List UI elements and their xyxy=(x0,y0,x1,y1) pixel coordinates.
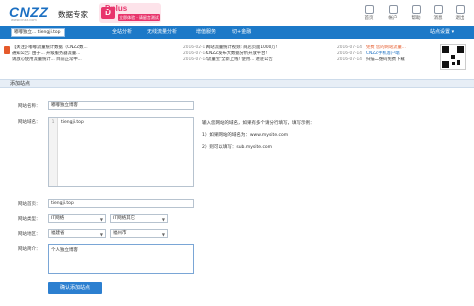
ad-line: 扫描二维码免费下载 xyxy=(366,57,405,62)
chevron-down-icon: ▼ xyxy=(161,232,165,237)
nav-help-label: 帮助 xyxy=(411,16,421,21)
site-name-label: 网站名称： xyxy=(18,104,41,109)
region-label: 网站地区： xyxy=(18,232,41,237)
section-title: 添加站点 xyxy=(10,81,31,87)
nav-account-label: 帐户 xyxy=(388,16,398,21)
nav-logout-label: 退出 xyxy=(455,16,465,21)
site-select[interactable]: 嘟嘟独立... tiengji.top xyxy=(11,28,65,37)
news-item[interactable]: 请放心使用流量统计... 目前正常中... 2016-07-14 xyxy=(12,57,208,63)
type-select-primary[interactable]: IT网络 ▼ xyxy=(48,214,106,223)
news-text[interactable]: 网站流量统计视频: 商店页面1000万! xyxy=(206,45,277,50)
nav-message-label: 消息 xyxy=(433,16,443,21)
user-icon xyxy=(388,5,398,14)
homepage-input[interactable]: tiengji.top xyxy=(48,199,194,208)
intro-label: 网站简介： xyxy=(18,247,41,252)
qr-code-icon xyxy=(440,44,466,70)
news-list-right: 网站流量统计视频: 商店页面1000万! 2016-07-14 CNZZ发布大数据… xyxy=(206,45,362,63)
news-text[interactable]: 请放心使用流量统计... 目前正常中... xyxy=(12,57,82,62)
domain-value: tiengji.top xyxy=(61,120,84,125)
message-icon xyxy=(433,5,443,14)
province-value: 福建省 xyxy=(51,231,65,236)
province-select[interactable]: 福建省 ▼ xyxy=(48,229,106,238)
news-text[interactable]: '流量宝'全新上线! 使用... 进驻公告 xyxy=(206,57,273,62)
add-site-button[interactable]: 确认添加站点 xyxy=(48,282,102,294)
chevron-down-icon: ▼ xyxy=(99,232,103,237)
nav-logout[interactable]: 退出 xyxy=(449,3,471,23)
chevron-down-icon: ▼ xyxy=(161,217,165,222)
line-number-gutter: 1 xyxy=(49,118,58,186)
nav-full-site-analysis[interactable]: 全站分析 xyxy=(112,27,132,38)
nav-account[interactable]: 帐户 xyxy=(382,3,404,23)
type-label: 网站类型： xyxy=(18,217,41,222)
news-item[interactable]: '流量宝'全新上线! 使用... 进驻公告 2016-07-14 xyxy=(206,57,362,63)
intro-textarea[interactable]: 个人独立博客 xyxy=(48,244,194,274)
news-text[interactable]: 【关注】·嘟嘟流量统计数据（CNZZ数... xyxy=(12,45,88,50)
app-ad[interactable]: 免费 您的网站流量... CNZZ手机客户端 扫描二维码免费下载 xyxy=(366,45,436,63)
news-date: 2016-07-14 xyxy=(337,57,362,62)
type-primary-value: IT网络 xyxy=(51,216,65,221)
announcement-icon xyxy=(4,46,10,54)
type-secondary-value: IT网络其它 xyxy=(113,216,136,221)
home-icon xyxy=(364,5,374,14)
site-settings-menu[interactable]: 站点设置 ▾ xyxy=(430,27,454,38)
product-name: 数据专家 xyxy=(58,10,88,19)
city-select[interactable]: 福州市 ▼ xyxy=(110,229,168,238)
nav-wireless-analysis[interactable]: 无线流量分析 xyxy=(147,27,177,38)
site-name-input[interactable]: 嘟嘟独立博客 xyxy=(48,101,194,110)
nav-help[interactable]: 帮助 xyxy=(405,3,427,23)
chevron-down-icon: ▼ xyxy=(99,217,103,222)
nav-finance[interactable]: 切+金融 xyxy=(232,27,251,38)
logout-icon xyxy=(455,5,465,14)
hint-example-1: 1）如果网站的域名为：www.mysite.com xyxy=(202,133,289,138)
homepage-label: 网站首页： xyxy=(18,202,41,207)
nav-home[interactable]: 首页 xyxy=(358,3,380,23)
city-value: 福州市 xyxy=(113,231,127,236)
news-list-left: 【关注】·嘟嘟流量统计数据（CNZZ数... 2016-02-17 通知公告: 由… xyxy=(12,45,208,63)
domain-textarea[interactable]: 1 tiengji.top xyxy=(48,117,194,187)
logo-subtext: www.cnzz.com xyxy=(11,18,37,22)
news-text[interactable]: CNZZ发布大数据分析开放平台! xyxy=(206,51,267,56)
type-select-secondary[interactable]: IT网络其它 ▼ xyxy=(110,214,168,223)
promo-tag[interactable]: 立即体验 · 请留言测试 xyxy=(118,14,160,21)
section-header: 添加站点 xyxy=(0,79,474,88)
help-icon xyxy=(411,5,421,14)
promo-title: Dplus xyxy=(105,4,128,13)
hint-title: 输入您网站的域名，如果有多个请分行填写，填写示例： xyxy=(202,121,315,126)
hint-example-2: 2）则可以填写：sub.mysite.com xyxy=(202,145,273,150)
news-text[interactable]: 通知公告: 由于... 升级服务器流量... xyxy=(12,51,80,56)
news-date: 2016-07-14 xyxy=(183,57,208,62)
nav-message[interactable]: 消息 xyxy=(427,3,449,23)
domain-hint: 输入您网站的域名，如果有多个请分行填写，填写示例： 1）如果网站的域名为：www… xyxy=(202,120,402,156)
nav-home-label: 首页 xyxy=(364,16,374,21)
nav-value-added[interactable]: 增值服务 xyxy=(196,27,216,38)
domain-label: 网站域名： xyxy=(18,120,41,125)
